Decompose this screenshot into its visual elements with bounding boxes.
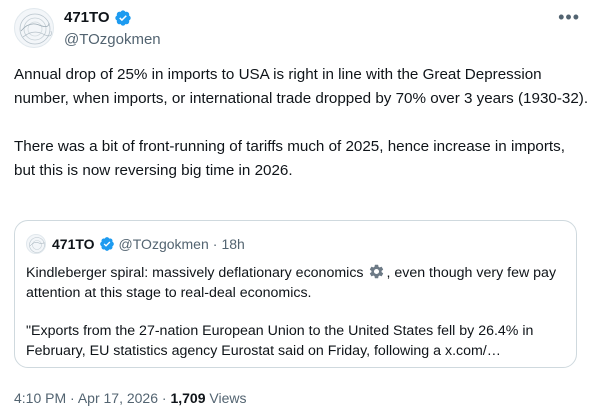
more-horizontal-icon[interactable]: ••• xyxy=(558,8,580,26)
quoted-tweet-card[interactable]: 471TO @TOzgokmen · 18h Kindleberger spir… xyxy=(14,220,577,368)
tweet-text: Annual drop of 25% in imports to USA is … xyxy=(14,63,589,183)
quoted-separator: · xyxy=(212,236,218,252)
quoted-line1-before: Kindleberger spiral: massively deflation… xyxy=(26,265,364,281)
views-count: 1,709 xyxy=(170,390,206,406)
quoted-display-name: 471TO xyxy=(52,236,95,252)
quoted-avatar xyxy=(26,234,46,254)
meta-separator-2: · xyxy=(161,390,167,406)
author-handle[interactable]: @TOzgokmen xyxy=(64,30,161,50)
tweet-meta: 4:10 PM · Apr 17, 2026 · 1,709 Views xyxy=(14,388,246,408)
verified-badge-icon xyxy=(114,9,132,27)
quoted-paragraph-2: "Exports from the 27-nation European Uni… xyxy=(26,323,534,359)
quoted-tweet-header: 471TO @TOzgokmen · 18h xyxy=(26,234,245,254)
tweet-time[interactable]: 4:10 PM xyxy=(14,390,66,406)
quoted-timestamp: 18h xyxy=(221,236,245,252)
tweet: 471TO @TOzgokmen ••• Annual drop of 25% … xyxy=(0,0,597,420)
tweet-paragraph-2: There was a bit of front-running of tari… xyxy=(14,138,565,179)
views-label: Views xyxy=(209,390,247,406)
display-name[interactable]: 471TO xyxy=(64,8,110,28)
quoted-verified-badge-icon xyxy=(99,236,115,252)
meta-separator-1: · xyxy=(70,390,75,406)
tweet-paragraph-1: Annual drop of 25% in imports to USA is … xyxy=(14,66,589,107)
quoted-tweet-text: Kindleberger spiral: massively deflation… xyxy=(26,263,566,361)
gear-emoji-icon xyxy=(368,263,385,280)
author-names: 471TO @TOzgokmen xyxy=(64,8,161,50)
tweet-header: 471TO @TOzgokmen ••• xyxy=(14,8,584,52)
quoted-paragraph-1: Kindleberger spiral: massively deflation… xyxy=(26,263,566,303)
tweet-date[interactable]: Apr 17, 2026 xyxy=(78,390,158,406)
avatar-swirl-icon xyxy=(19,13,52,45)
quoted-avatar-swirl-icon xyxy=(29,237,45,253)
quoted-handle: @TOzgokmen xyxy=(118,236,209,252)
avatar[interactable] xyxy=(14,8,54,48)
